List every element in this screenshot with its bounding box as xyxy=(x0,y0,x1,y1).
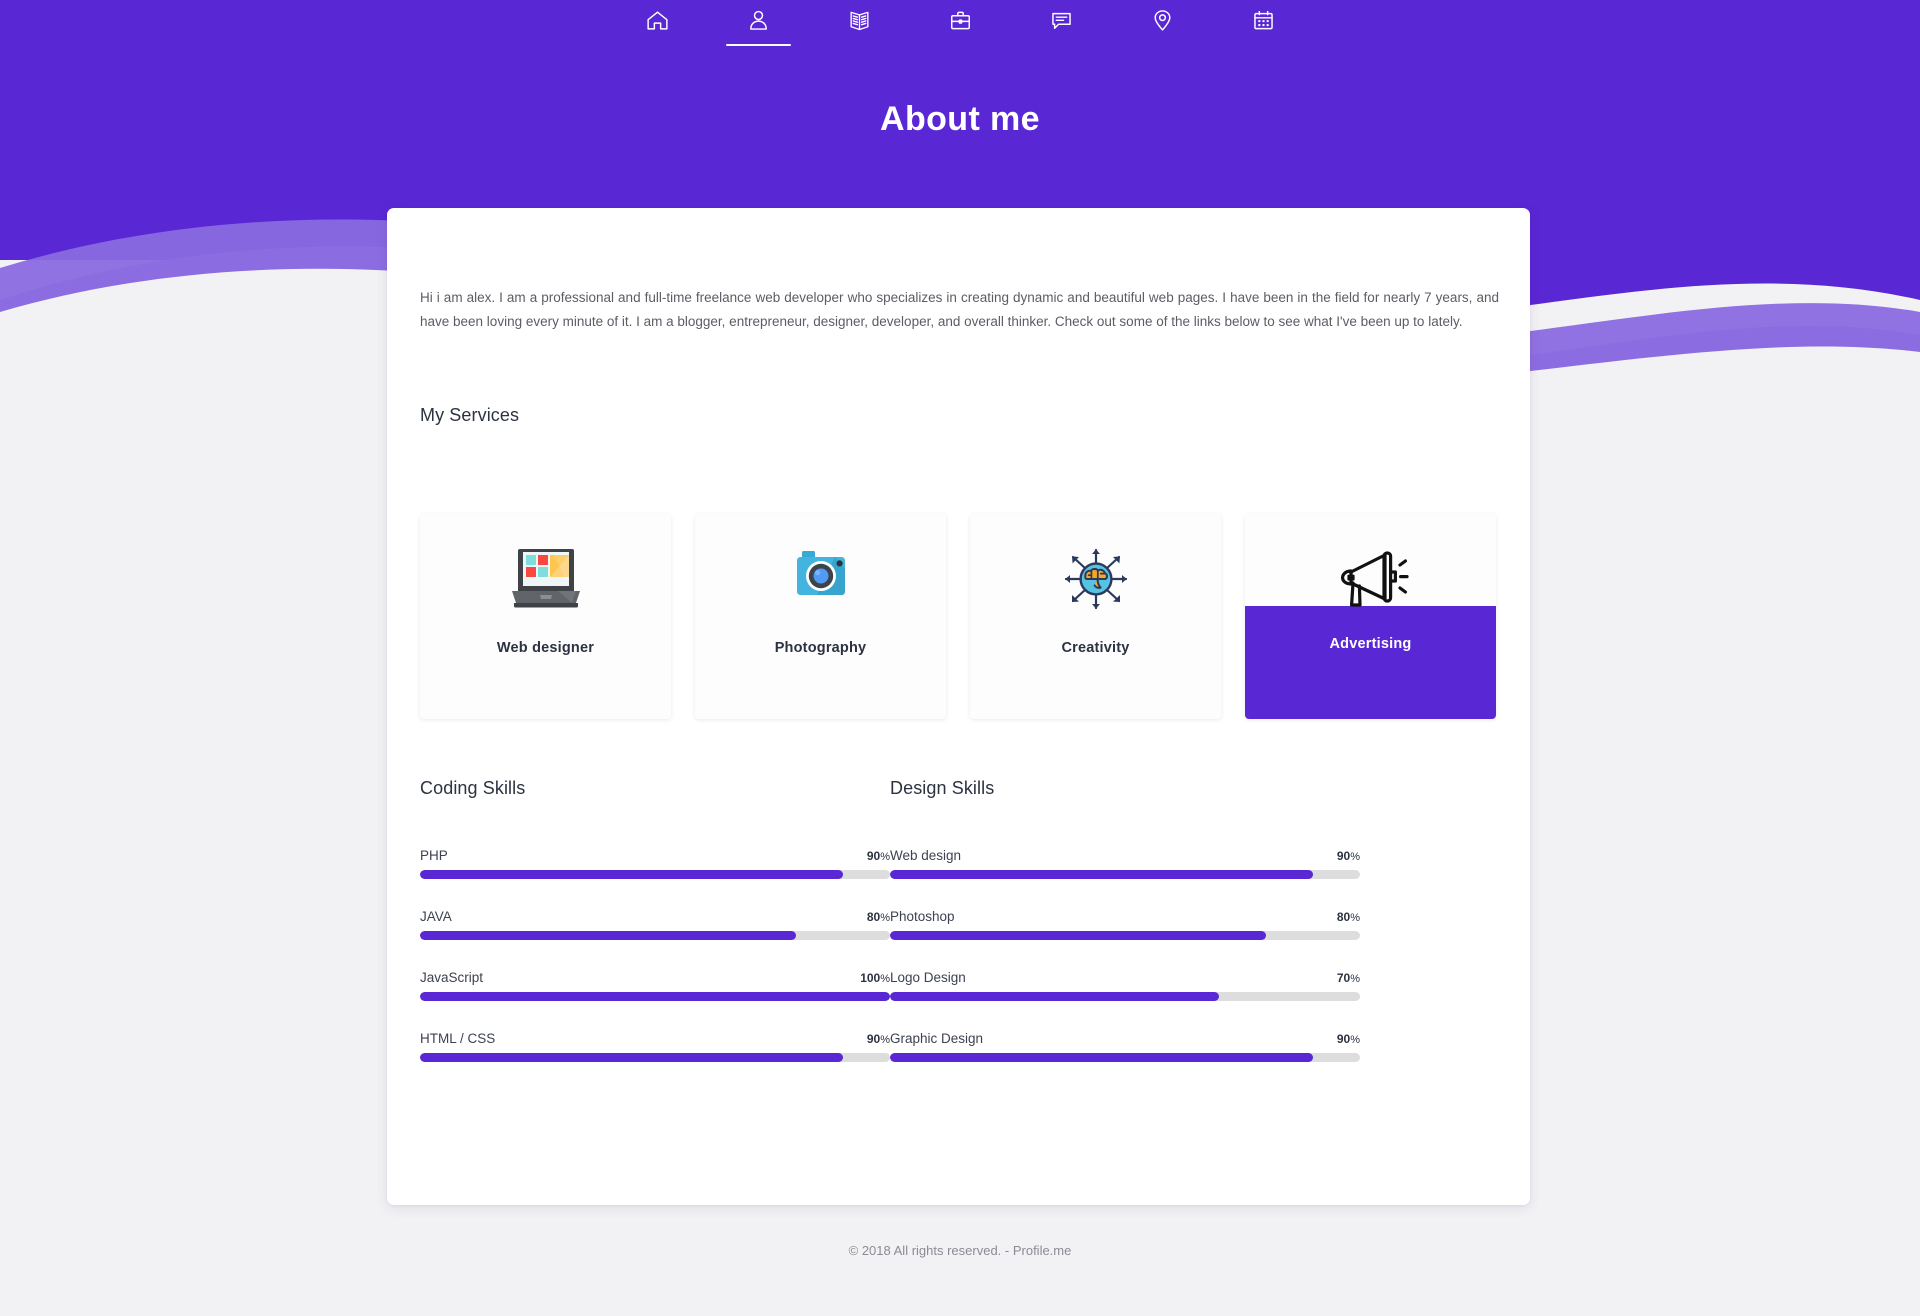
coding-skills-heading: Coding Skills xyxy=(420,778,526,798)
service-label: Photography xyxy=(774,640,867,656)
service-card-advertising[interactable]: Advertising xyxy=(1245,514,1496,719)
skill-item: HTML / CSS 90% xyxy=(420,1031,890,1064)
design-skills-list: Web design 90% Photoshop 80% Logo Design… xyxy=(890,848,1360,1092)
skill-percent: 80% xyxy=(866,910,890,924)
skill-fill xyxy=(420,931,796,940)
chat-icon xyxy=(1049,8,1074,33)
skill-track xyxy=(420,1053,890,1062)
skill-percent: 90% xyxy=(1336,1032,1360,1046)
skill-name: Web design xyxy=(890,848,962,863)
map-pin-icon xyxy=(1150,8,1175,33)
skill-track xyxy=(890,870,1360,879)
service-label: Advertising xyxy=(1329,636,1412,652)
skill-fill xyxy=(890,992,1219,1001)
page-title: About me xyxy=(880,100,1040,138)
footer-copyright: © 2018 All rights reserved. - Profile.me xyxy=(848,1243,1072,1258)
skill-percent: 80% xyxy=(1336,910,1360,924)
megaphone-icon xyxy=(1245,538,1496,622)
skill-fill xyxy=(420,992,890,1001)
service-label: Web designer xyxy=(496,640,595,656)
nav-item-blog[interactable] xyxy=(1213,0,1314,56)
service-card-web-designer[interactable]: Web designer xyxy=(420,514,671,719)
skill-item: Graphic Design 90% xyxy=(890,1031,1360,1064)
skill-percent: 90% xyxy=(866,849,890,863)
service-active-fill xyxy=(1245,606,1496,719)
skill-name: Graphic Design xyxy=(890,1031,984,1046)
skill-name: JAVA xyxy=(420,909,452,924)
skill-track xyxy=(420,992,890,1001)
intro-paragraph: Hi i am alex. I am a professional and fu… xyxy=(420,290,1499,329)
service-card-photography[interactable]: Photography xyxy=(695,514,946,719)
skill-track xyxy=(890,931,1360,940)
nav-item-testimonials[interactable] xyxy=(1011,0,1112,56)
skill-track xyxy=(420,870,890,879)
service-card-creativity[interactable]: Creativity xyxy=(970,514,1221,719)
skill-percent: 90% xyxy=(1336,849,1360,863)
services-grid: Web designer Photography Creativity Adve… xyxy=(420,514,1499,719)
nav-item-contact[interactable] xyxy=(1112,0,1213,56)
laptop-icon xyxy=(420,538,671,622)
skill-percent: 70% xyxy=(1336,971,1360,985)
skill-item: Web design 90% xyxy=(890,848,1360,881)
brain-network-icon xyxy=(970,538,1221,622)
briefcase-icon xyxy=(948,8,973,33)
skill-item: PHP 90% xyxy=(420,848,890,881)
page-root: About me Hi i am alex. I am a profession… xyxy=(0,0,1920,1316)
skill-name: HTML / CSS xyxy=(420,1031,496,1046)
skill-percent: 100% xyxy=(860,971,890,985)
skill-fill xyxy=(890,931,1266,940)
nav-item-home[interactable] xyxy=(607,0,708,56)
home-icon xyxy=(645,8,670,33)
skill-track xyxy=(420,931,890,940)
coding-skills-list: PHP 90% JAVA 80% JavaScript 100% HTML / … xyxy=(420,848,890,1092)
skill-fill xyxy=(890,870,1313,879)
services-heading: My Services xyxy=(420,405,520,425)
top-navigation[interactable] xyxy=(0,0,1920,58)
skill-item: JAVA 80% xyxy=(420,909,890,942)
user-icon xyxy=(746,8,771,33)
skill-percent: 90% xyxy=(866,1032,890,1046)
skill-name: PHP xyxy=(420,848,448,863)
skill-fill xyxy=(420,1053,843,1062)
about-card: Hi i am alex. I am a professional and fu… xyxy=(387,208,1530,1205)
calendar-icon xyxy=(1251,8,1276,33)
skill-fill xyxy=(890,1053,1313,1062)
skill-item: Logo Design 70% xyxy=(890,970,1360,1003)
camera-icon xyxy=(695,538,946,622)
service-label: Creativity xyxy=(1061,640,1130,656)
nav-item-portfolio[interactable] xyxy=(910,0,1011,56)
skill-track xyxy=(890,1053,1360,1062)
skill-name: JavaScript xyxy=(420,970,484,985)
skill-name: Logo Design xyxy=(890,970,966,985)
nav-item-resume[interactable] xyxy=(809,0,910,56)
skill-name: Photoshop xyxy=(890,909,955,924)
skill-item: Photoshop 80% xyxy=(890,909,1360,942)
skill-track xyxy=(890,992,1360,1001)
skill-fill xyxy=(420,870,843,879)
nav-active-underline xyxy=(725,44,791,46)
book-icon xyxy=(847,8,872,33)
nav-item-about[interactable] xyxy=(708,0,809,56)
skill-item: JavaScript 100% xyxy=(420,970,890,1003)
design-skills-heading: Design Skills xyxy=(890,778,995,798)
